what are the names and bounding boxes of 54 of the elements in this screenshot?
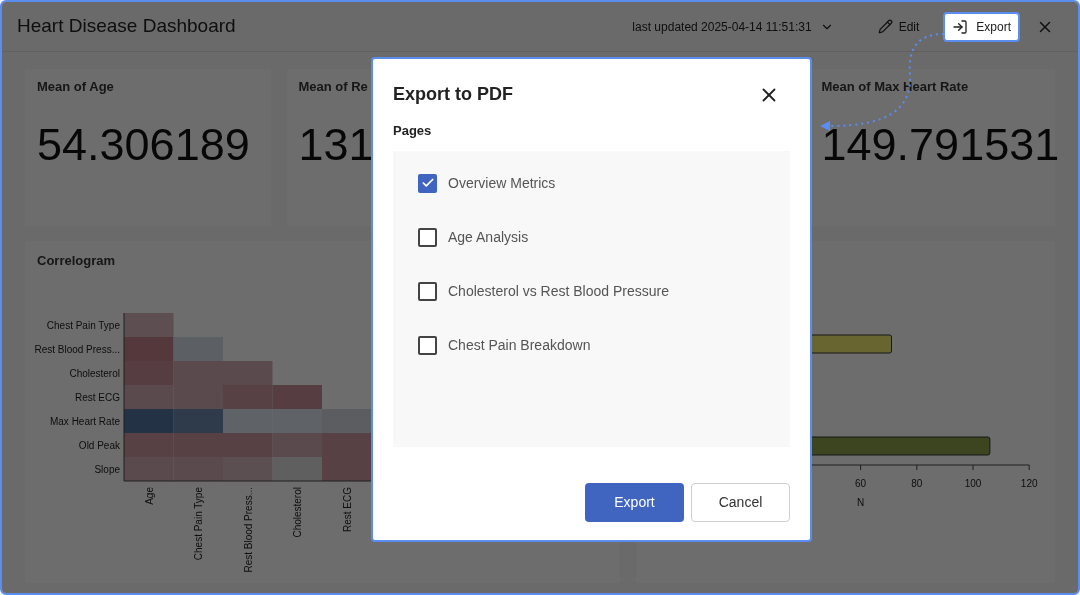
- checkbox-label[interactable]: Overview Metrics: [448, 172, 556, 194]
- tick-label: 120: [1020, 478, 1038, 489]
- last-updated-dropdown[interactable]: last updated 2025-04-14 11:51:31: [632, 17, 834, 36]
- row-label: Rest Blood Press...: [34, 343, 120, 355]
- heatmap-cell: [223, 360, 273, 385]
- checkbox-label[interactable]: Age Analysis: [448, 226, 529, 248]
- tick-label: 100: [964, 478, 982, 489]
- metric-value: 131: [298, 117, 374, 172]
- heatmap-cell: [272, 384, 322, 409]
- heatmap-cell: [322, 408, 372, 433]
- pencil-icon: [877, 19, 893, 34]
- row-label: Rest ECG: [75, 391, 120, 403]
- row-label: Max Heart Rate: [49, 415, 120, 427]
- card-title: Correlogram: [37, 252, 117, 270]
- export-icon: [952, 18, 969, 35]
- edit-button[interactable]: Edit: [877, 17, 920, 36]
- checkbox[interactable]: [418, 335, 437, 355]
- export-button[interactable]: Export: [943, 11, 1020, 42]
- column-label: Rest Blood Press...: [242, 486, 254, 573]
- checkbox[interactable]: [418, 227, 437, 247]
- metric-title: Mean of Re: [298, 78, 368, 96]
- heatmap-cell: [223, 384, 273, 409]
- row-label: Old Peak: [78, 439, 120, 451]
- column-label: Rest ECG: [341, 486, 353, 532]
- metric-value: 149.791531: [821, 117, 1060, 172]
- checkbox-label[interactable]: Chest Pain Breakdown: [448, 334, 591, 356]
- dashboard-title: Heart Disease Dashboard: [17, 14, 236, 39]
- heatmap-cell: [173, 336, 223, 361]
- checkbox-label[interactable]: Cholesterol vs Rest Blood Pressure: [448, 280, 669, 302]
- checkbox[interactable]: [418, 173, 437, 193]
- column-label: Chest Pain Type: [193, 486, 205, 560]
- cancel-button[interactable]: Cancel: [691, 482, 790, 522]
- tick-label: 80: [911, 478, 923, 489]
- metric-title: Mean of Max Heart Rate: [821, 78, 969, 96]
- dialog-title: Export to PDF: [393, 83, 513, 106]
- heatmap-cell: [223, 432, 273, 457]
- axis-label: N: [857, 497, 865, 508]
- row-label: Slope: [94, 463, 120, 475]
- column-label: Cholesterol: [292, 486, 304, 538]
- tick-label: 60: [855, 478, 867, 489]
- heatmap-cell: [322, 456, 372, 481]
- section-label: Pages: [393, 122, 433, 140]
- heatmap-cell: [223, 456, 273, 481]
- metric-value: 54.306189: [37, 117, 250, 172]
- row-label: Cholesterol: [69, 367, 120, 379]
- export-button[interactable]: Export: [585, 482, 684, 522]
- column-label: Age: [143, 486, 155, 505]
- heatmap-cell: [223, 408, 273, 433]
- checkbox[interactable]: [418, 281, 437, 301]
- heatmap-cell: [322, 432, 372, 457]
- metric-title: Mean of Age: [37, 78, 114, 96]
- check-icon: [420, 176, 435, 190]
- row-label: Chest Pain Type: [46, 319, 120, 331]
- heatmap-cell: [124, 312, 174, 337]
